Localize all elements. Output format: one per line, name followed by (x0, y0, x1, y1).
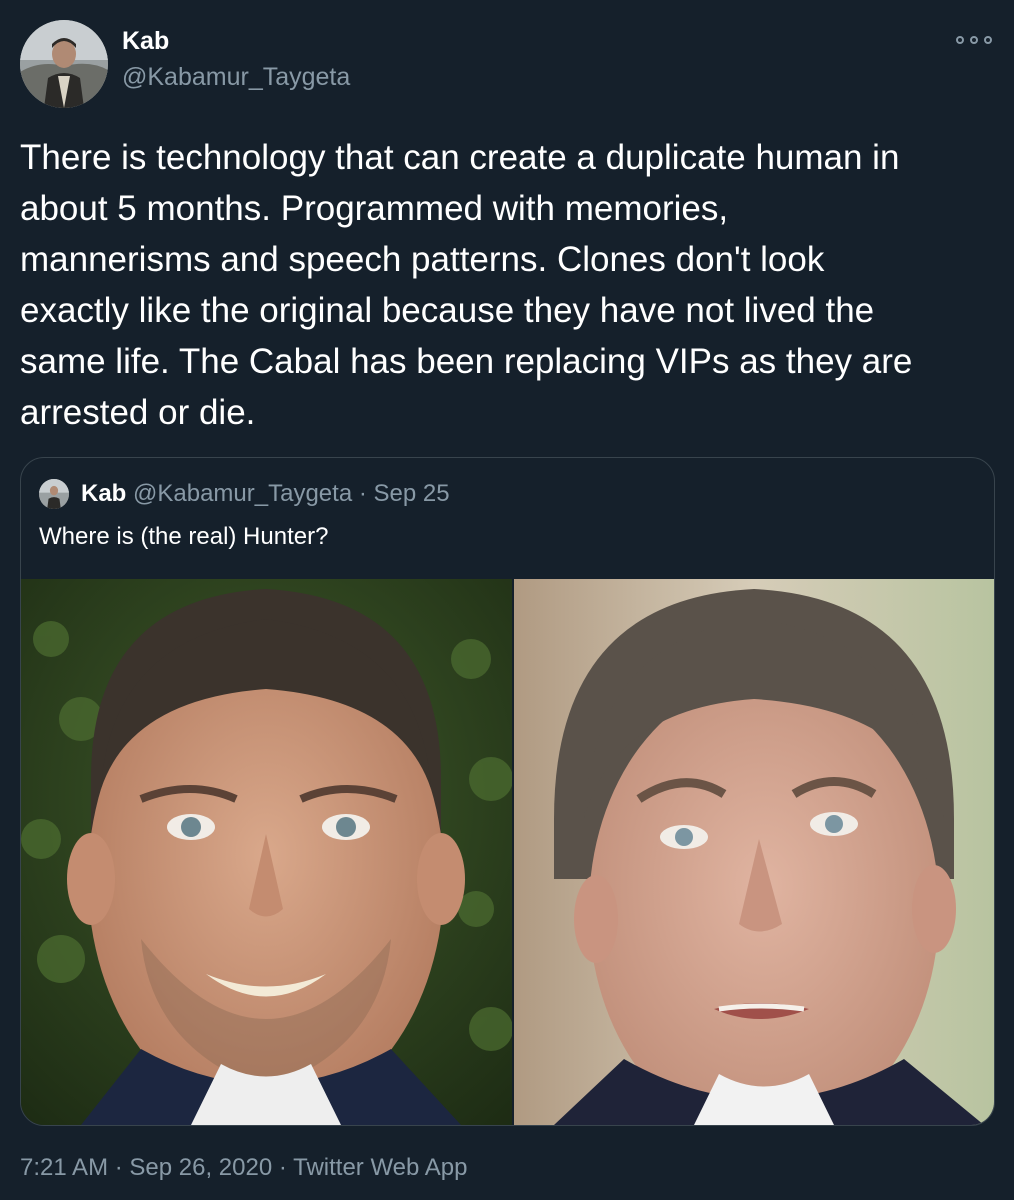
author-name[interactable]: Kab (122, 26, 169, 56)
quoted-date[interactable]: Sep 25 (374, 480, 450, 507)
author-handle[interactable]: @Kabamur_Taygeta (122, 62, 350, 92)
dot (984, 36, 992, 44)
tweet-date[interactable]: Sep 26, 2020 (129, 1154, 272, 1181)
tweet: Kab @Kabamur_Taygeta There is technology… (0, 0, 1014, 1200)
right-face-photo[interactable] (514, 579, 994, 1125)
quoted-tweet-header: Kab @Kabamur_Taygeta · Sep 25 (81, 480, 450, 508)
more-dots-icon[interactable] (956, 30, 992, 50)
face-photo-icon (514, 579, 994, 1125)
separator: · (114, 1154, 123, 1181)
quoted-author-name: Kab (81, 480, 127, 507)
face-photo-icon (21, 579, 512, 1125)
tweet-meta: 7:21 AM · Sep 26, 2020 · Twitter Web App (20, 1153, 467, 1183)
tweet-source[interactable]: Twitter Web App (293, 1154, 467, 1181)
left-face-photo[interactable] (21, 579, 512, 1125)
tweet-text: There is technology that can create a du… (20, 138, 913, 432)
dot (970, 36, 978, 44)
quoted-tweet-card[interactable]: Kab @Kabamur_Taygeta · Sep 25 Where is (… (20, 457, 995, 1126)
quoted-author-avatar[interactable] (39, 479, 69, 509)
dot (956, 36, 964, 44)
avatar-photo-icon (39, 479, 69, 509)
separator: · (358, 480, 367, 507)
quoted-author-handle: @Kabamur_Taygeta (133, 480, 353, 507)
quoted-tweet-text: Where is (the real) Hunter? (39, 523, 329, 550)
avatar-photo-icon (20, 20, 108, 108)
tweet-time[interactable]: 7:21 AM (20, 1154, 108, 1181)
quoted-media (21, 579, 994, 1125)
author-avatar[interactable] (20, 20, 108, 108)
separator: · (278, 1154, 287, 1181)
